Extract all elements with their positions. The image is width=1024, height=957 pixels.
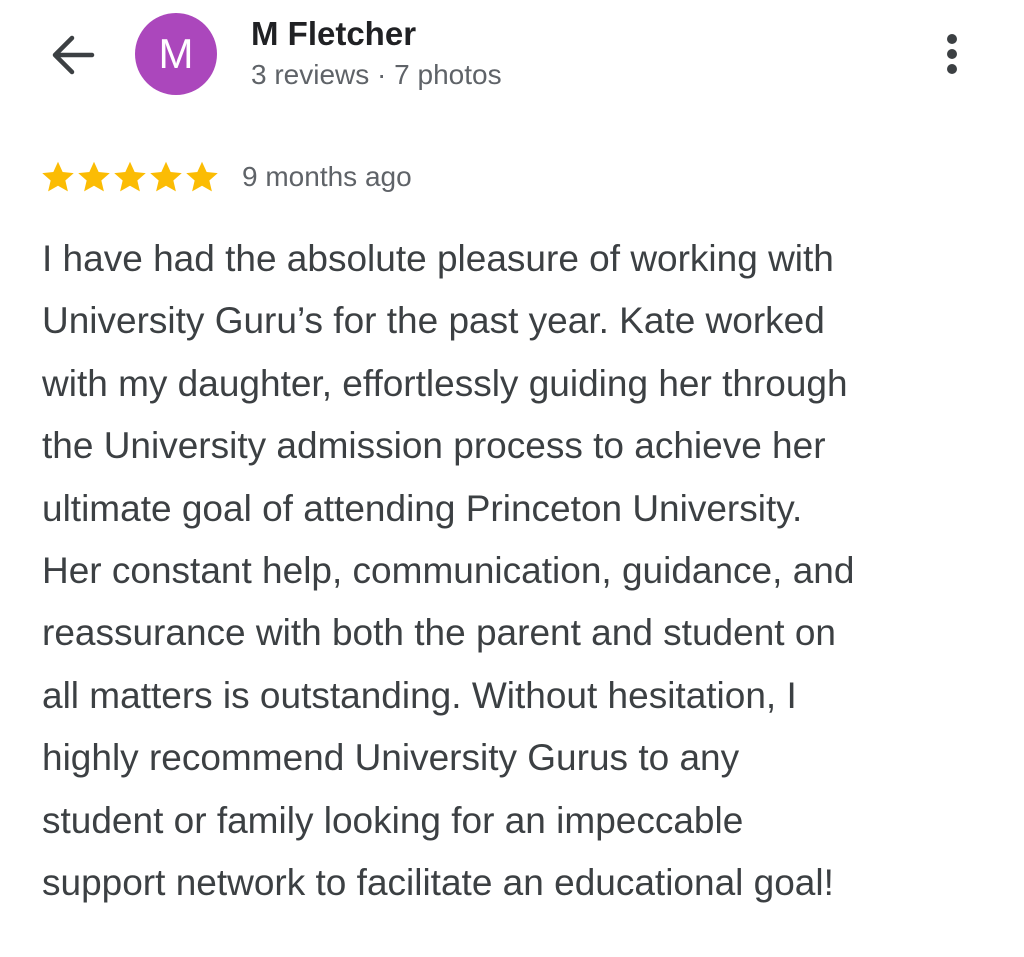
more-options-button[interactable] [928,28,976,82]
review-text-line: Her constant help, communication, guidan… [42,550,855,592]
avatar-letter: M [158,30,194,77]
more-vertical-icon [947,34,957,74]
back-button[interactable] [44,26,102,84]
star-icon [42,161,74,192]
review-text-line: support network to facilitate an educati… [42,862,834,904]
review-text-line: reassurance with both the parent and stu… [42,612,836,654]
star-icon [114,161,146,192]
review-text-line: I have had the absolute pleasure of work… [42,238,834,279]
arrow-left-icon [52,35,95,75]
review-text: I have had the absolute pleasure of work… [42,228,992,914]
rating-row: 9 months ago [40,155,412,199]
review-text-line: student or family looking for an impecca… [42,799,744,841]
author-meta: 3 reviews · 7 photos [251,59,502,90]
review-header: M M Fletcher 3 reviews · 7 photos [0,0,1024,120]
star-rating [40,159,220,195]
star-icon [78,161,110,192]
review-text-line: ultimate goal of attending Princeton Uni… [42,487,803,529]
review-text-line: with my daughter, effortlessly guiding h… [42,362,848,404]
avatar[interactable]: M [135,13,217,95]
review-text-line: the University admission process to achi… [42,425,826,467]
author-name[interactable]: M Fletcher [251,13,416,55]
review-text-line: University Guru’s for the past year. Kat… [42,300,825,342]
review-date: 9 months ago [242,161,412,192]
review-text-line: highly recommend University Gurus to any [42,737,740,779]
review-text-line: all matters is outstanding. Without hesi… [42,674,797,716]
star-icon [186,161,218,192]
star-icon [150,161,182,192]
